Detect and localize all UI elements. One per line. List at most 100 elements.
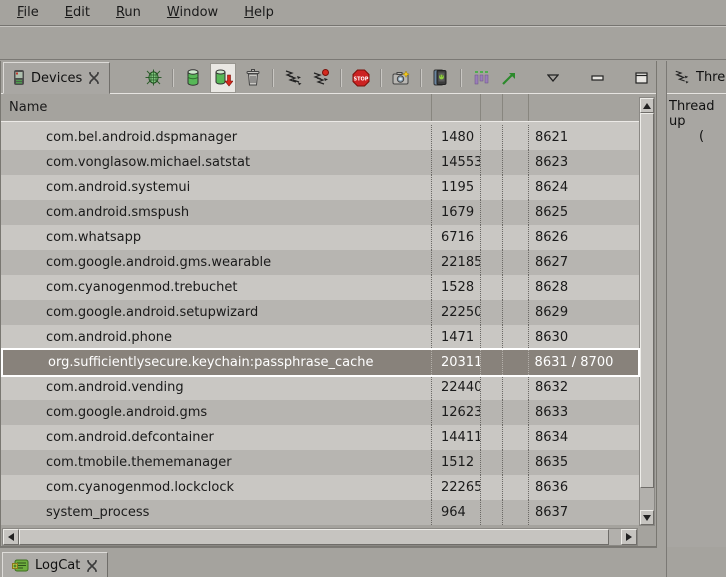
process-heap-indicator bbox=[481, 200, 503, 225]
screen-record-button[interactable] bbox=[430, 66, 452, 90]
update-threads-button[interactable] bbox=[282, 66, 304, 90]
process-name: com.cyanogenmod.lockclock bbox=[1, 475, 432, 500]
process-name: com.cyanogenmod.trebuchet bbox=[1, 275, 432, 300]
process-row[interactable]: com.android.defcontainer 14411 8634 bbox=[1, 425, 640, 450]
tab-threads-label[interactable]: Threads bbox=[696, 70, 726, 85]
menu-run[interactable]: Run bbox=[105, 2, 152, 23]
process-pid: 1471 bbox=[432, 325, 481, 350]
process-row[interactable]: com.google.android.setupwizard 22250 862… bbox=[1, 300, 640, 325]
process-thread-indicator bbox=[503, 200, 529, 225]
process-row[interactable]: com.android.systemui 1195 8624 bbox=[1, 175, 640, 200]
process-row[interactable]: com.android.phone 1471 8630 bbox=[1, 325, 640, 350]
method-profiling-button[interactable] bbox=[310, 66, 332, 90]
horizontal-scrollbar[interactable] bbox=[2, 528, 638, 546]
close-icon[interactable] bbox=[86, 560, 98, 572]
process-pid: 14553 bbox=[432, 150, 481, 175]
process-row[interactable]: com.cyanogenmod.lockclock 22265 8636 bbox=[1, 475, 640, 500]
cause-gc-button[interactable] bbox=[242, 66, 264, 90]
process-thread-indicator bbox=[503, 150, 529, 175]
process-row[interactable]: com.tmobile.thememanager 1512 8635 bbox=[1, 450, 640, 475]
minimize-button[interactable] bbox=[586, 66, 608, 90]
column-header-thread[interactable] bbox=[503, 94, 529, 121]
stop-process-button[interactable]: STOP bbox=[350, 66, 372, 90]
update-heap-button[interactable] bbox=[182, 66, 204, 90]
process-row[interactable]: system_process 964 8637 bbox=[1, 500, 640, 525]
process-row[interactable]: com.cyanogenmod.trebuchet 1528 8628 bbox=[1, 275, 640, 300]
process-port: 8635 bbox=[529, 450, 639, 475]
menu-edit[interactable]: Edit bbox=[54, 2, 101, 23]
column-header-name[interactable]: Name bbox=[1, 94, 432, 121]
process-port: 8627 bbox=[529, 250, 639, 275]
menu-help[interactable]: Help bbox=[233, 2, 285, 23]
vertical-scrollbar-thumb[interactable] bbox=[640, 113, 654, 488]
process-port: 8634 bbox=[529, 425, 639, 450]
process-thread-indicator bbox=[503, 500, 529, 525]
process-heap-indicator bbox=[481, 275, 503, 300]
scroll-down-button[interactable] bbox=[640, 510, 654, 525]
toolbar-separator bbox=[460, 69, 462, 87]
devices-view: Devices bbox=[0, 61, 657, 547]
process-heap-indicator bbox=[481, 300, 503, 325]
process-row[interactable]: com.android.smspush 1679 8625 bbox=[1, 200, 640, 225]
process-heap-indicator bbox=[481, 375, 503, 400]
device-process-list: com.bel.android.dspmanager 1480 8621 com… bbox=[1, 122, 640, 525]
tab-devices[interactable]: Devices bbox=[3, 62, 110, 94]
process-row[interactable]: com.android.vending 22440 8632 bbox=[1, 375, 640, 400]
debug-button[interactable] bbox=[142, 66, 164, 90]
scroll-up-button[interactable] bbox=[640, 98, 654, 113]
process-row[interactable]: com.vonglasow.michael.satstat 14553 8623 bbox=[1, 150, 640, 175]
process-pid: 22250 bbox=[432, 300, 481, 325]
process-name: com.whatsapp bbox=[1, 225, 432, 250]
menu-bar: File Edit Run Window Help bbox=[0, 0, 726, 26]
process-thread-indicator bbox=[503, 375, 529, 400]
toolbar-separator bbox=[420, 69, 422, 87]
process-pid: 6716 bbox=[432, 225, 481, 250]
horizontal-scrollbar-thumb[interactable] bbox=[19, 529, 609, 545]
process-row[interactable]: org.sufficientlysecure.keychain:passphra… bbox=[1, 348, 640, 377]
toolbar-separator bbox=[340, 69, 342, 87]
device-table-header: Name bbox=[1, 94, 640, 122]
process-port: 8632 bbox=[529, 375, 639, 400]
opengl-trace-button[interactable] bbox=[498, 66, 520, 90]
process-row[interactable]: com.whatsapp 6716 8626 bbox=[1, 225, 640, 250]
process-heap-indicator bbox=[481, 175, 503, 200]
menu-window[interactable]: Window bbox=[156, 2, 229, 23]
process-port: 8633 bbox=[529, 400, 639, 425]
toolbar-separator bbox=[380, 69, 382, 87]
systrace-button[interactable] bbox=[470, 66, 492, 90]
scroll-left-button[interactable] bbox=[3, 529, 19, 545]
view-menu-button[interactable] bbox=[542, 66, 564, 90]
process-name: com.vonglasow.michael.satstat bbox=[1, 150, 432, 175]
process-heap-indicator bbox=[481, 450, 503, 475]
process-pid: 22265 bbox=[432, 475, 481, 500]
vertical-scrollbar[interactable] bbox=[639, 97, 655, 526]
process-port: 8631 / 8700 bbox=[529, 350, 638, 375]
close-icon[interactable] bbox=[88, 72, 100, 84]
maximize-button[interactable] bbox=[630, 66, 652, 90]
process-name: com.android.systemui bbox=[1, 175, 432, 200]
dump-hprof-button[interactable] bbox=[210, 63, 236, 93]
devices-tabbar: Devices bbox=[1, 61, 656, 94]
process-port: 8637 bbox=[529, 500, 639, 525]
logcat-icon bbox=[12, 559, 29, 573]
process-pid: 22440 bbox=[432, 375, 481, 400]
process-name: com.google.android.gms.wearable bbox=[1, 250, 432, 275]
scroll-right-button[interactable] bbox=[621, 529, 637, 545]
process-heap-indicator bbox=[481, 225, 503, 250]
column-header-port[interactable] bbox=[529, 94, 639, 121]
column-header-heap[interactable] bbox=[481, 94, 503, 121]
process-port: 8625 bbox=[529, 200, 639, 225]
column-header-pid[interactable] bbox=[432, 94, 481, 121]
process-row[interactable]: com.google.android.gms 12623 8633 bbox=[1, 400, 640, 425]
screen-capture-button[interactable] bbox=[390, 66, 412, 90]
menu-file[interactable]: File bbox=[6, 2, 50, 23]
process-pid: 1512 bbox=[432, 450, 481, 475]
process-name: com.bel.android.dspmanager bbox=[1, 125, 432, 150]
tab-logcat[interactable]: LogCat bbox=[2, 552, 108, 577]
process-row[interactable]: com.bel.android.dspmanager 1480 8621 bbox=[1, 125, 640, 150]
process-thread-indicator bbox=[503, 225, 529, 250]
workbench-area: Devices bbox=[0, 59, 726, 577]
process-row[interactable]: com.google.android.gms.wearable 22185 86… bbox=[1, 250, 640, 275]
process-heap-indicator bbox=[481, 500, 503, 525]
process-name: com.android.phone bbox=[1, 325, 432, 350]
